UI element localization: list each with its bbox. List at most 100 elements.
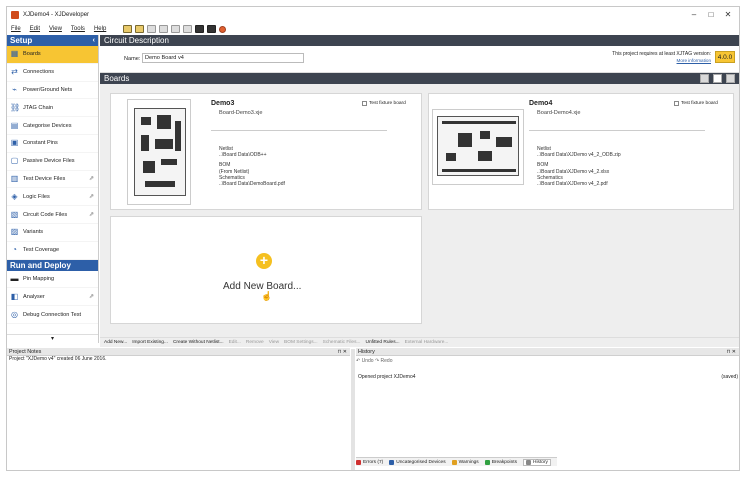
redo-icon[interactable] — [171, 25, 181, 33]
toolbar — [123, 25, 229, 33]
board-card-demo3[interactable]: Demo3 Board-Demo3.xje Test fixture board… — [110, 93, 422, 210]
connections-icon: ⇄ — [11, 67, 18, 77]
scroll-down-icon[interactable]: ▾ — [7, 334, 98, 343]
sidebar-item-circuit-code-files[interactable]: ▧ Circuit Code Files ⇗ — [7, 206, 98, 224]
board-info: Netlist ..\Board Data\ODB++ BOM (From Ne… — [219, 146, 285, 187]
sidebar-item-test-device-files[interactable]: ▥ Test Device Files ⇗ — [7, 171, 98, 189]
panel-splitter[interactable] — [351, 349, 355, 470]
sidebar-item-analyser[interactable]: ◧ Analyser ⇗ — [7, 288, 98, 307]
view-button[interactable]: View — [269, 340, 279, 345]
tab-label: Errors (7) — [363, 459, 384, 465]
unfitted-rules-button[interactable]: Unfitted Rules... — [366, 340, 400, 345]
sidebar-item-label: Boards — [23, 51, 41, 58]
setup-header[interactable]: Setup ‹ — [7, 35, 98, 46]
schematics-value: ..\Board Data\XJDemo v4_2.pdf — [537, 181, 608, 188]
save-icon[interactable] — [147, 25, 157, 33]
grid-view-icon[interactable] — [700, 74, 709, 83]
sidebar-item-passive-device-files[interactable]: ▢ Passive Device Files — [7, 153, 98, 171]
add-plus-icon[interactable]: + — [256, 253, 272, 269]
undo-button[interactable]: Undo — [362, 358, 374, 364]
title-bar: XJDemo4 - XJDeveloper – □ ✕ — [7, 7, 739, 23]
tab-label: History — [533, 459, 548, 465]
chip-icon[interactable] — [207, 25, 217, 33]
sidebar-item-test-coverage[interactable]: ◔ Test Coverage — [7, 242, 98, 260]
tab-breakpoints[interactable]: Breakpoints — [484, 459, 517, 465]
test-fixture-checkbox[interactable]: Test fixture board — [674, 101, 718, 106]
variants-icon: ▨ — [10, 227, 19, 237]
remove-button[interactable]: Remove — [246, 340, 264, 345]
sidebar-item-label: Categorise Devices — [23, 122, 72, 129]
sidebar-item-debug-connection-test[interactable]: ◎ Debug Connection Test — [7, 306, 98, 324]
tab-history[interactable]: History — [523, 458, 551, 466]
menu-help[interactable]: Help — [94, 26, 106, 32]
crosshair-icon[interactable] — [195, 25, 205, 33]
import-existing-button[interactable]: Import Existing... — [132, 340, 168, 345]
add-new-button[interactable]: Add New... — [104, 340, 127, 345]
sidebar-item-label: JTAG Chain — [23, 104, 54, 111]
sidebar-item-label: Constant Pins — [23, 140, 58, 147]
menu-view[interactable]: View — [49, 26, 62, 32]
sidebar-item-variants[interactable]: ▨ Variants — [7, 224, 98, 242]
sidebar-item-constant-pins[interactable]: ▣ Constant Pins — [7, 135, 98, 153]
sidebar-item-jtag-chain[interactable]: ⛓ JTAG Chain — [7, 99, 98, 118]
external-link-icon[interactable]: ⇗ — [89, 211, 94, 218]
open-folder-icon[interactable] — [135, 25, 145, 33]
menu-file[interactable]: File — [11, 26, 21, 32]
code-icon: ▧ — [10, 209, 19, 219]
external-link-icon[interactable]: ⇗ — [89, 193, 94, 200]
sidebar-item-connections[interactable]: ⇄ Connections — [7, 64, 98, 82]
debug-icon: ◎ — [11, 309, 18, 319]
history-entry[interactable]: Opened project XJDemo4 (saved) — [358, 374, 739, 380]
tab-warnings[interactable]: Warnings — [451, 459, 479, 465]
more-information-link[interactable]: More information — [612, 58, 711, 63]
history-title: History — [358, 349, 375, 355]
pin-mapping-icon: ▬ — [10, 273, 19, 283]
menu-edit[interactable]: Edit — [30, 26, 40, 32]
sidebar-item-pin-mapping[interactable]: ▬ Pin Mapping — [7, 271, 98, 289]
undo-icon[interactable] — [159, 25, 169, 33]
project-notes-text[interactable]: Project "XJDemo v4" created 06 June 2016… — [9, 356, 107, 362]
pin-close-icon[interactable]: ⊓ ✕ — [338, 348, 347, 356]
pin-close-icon[interactable]: ⊓ ✕ — [727, 348, 736, 356]
test-file-icon: ▥ — [10, 173, 19, 183]
detail-view-icon[interactable] — [726, 74, 735, 83]
schematic-files-button[interactable]: Schematic Files... — [323, 340, 361, 345]
collapse-chevron-icon[interactable]: ‹ — [93, 35, 95, 46]
circuit-description-title: Circuit Description — [104, 36, 169, 45]
redo-button[interactable]: Redo — [381, 358, 393, 364]
bottom-tabs: Errors (7) Uncategorised Devices Warning… — [356, 457, 557, 466]
external-link-icon[interactable]: ⇗ — [89, 293, 94, 300]
maximize-icon[interactable]: □ — [704, 10, 718, 19]
external-link-icon[interactable]: ⇗ — [89, 175, 94, 182]
board-image — [127, 99, 191, 205]
copy-icon[interactable] — [183, 25, 193, 33]
tab-errors[interactable]: Errors (7) — [356, 459, 384, 465]
tab-uncategorised-devices[interactable]: Uncategorised Devices — [389, 459, 446, 465]
external-hardware-button[interactable]: External Hardware... — [405, 340, 449, 345]
list-view-icon[interactable] — [713, 74, 722, 83]
sidebar-item-logic-files[interactable]: ◈ Logic Files ⇗ — [7, 188, 98, 207]
edit-button[interactable]: Edit... — [229, 340, 241, 345]
sidebar-item-boards[interactable]: ▦ Boards — [7, 46, 98, 64]
run-icon[interactable] — [219, 25, 227, 33]
version-badge[interactable]: 4.0.0 — [715, 51, 735, 63]
run-deploy-header[interactable]: Run and Deploy — [7, 259, 98, 271]
test-fixture-checkbox[interactable]: Test fixture board — [362, 101, 406, 106]
create-without-netlist-button[interactable]: Create Without Netlist... — [173, 340, 224, 345]
add-new-board-card[interactable]: + Add New Board... ☝ — [110, 216, 422, 324]
run-deploy-label: Run and Deploy — [10, 260, 71, 270]
sidebar-item-categorise-devices[interactable]: ▤ Categorise Devices — [7, 117, 98, 135]
close-icon[interactable]: ✕ — [721, 10, 735, 19]
pcb-diagram — [134, 108, 186, 196]
file-icon: ▢ — [10, 156, 19, 166]
board-name: Demo3 — [211, 100, 235, 107]
menu-tools[interactable]: Tools — [71, 26, 85, 32]
bom-settings-button[interactable]: BOM Settings... — [284, 340, 318, 345]
checkbox-icon[interactable] — [362, 101, 367, 106]
sidebar-item-power-ground-nets[interactable]: ⌁ Power/Ground Nets — [7, 82, 98, 100]
new-project-icon[interactable] — [123, 25, 133, 33]
checkbox-icon[interactable] — [674, 101, 679, 106]
name-input[interactable]: Demo Board v4 — [142, 53, 304, 63]
minimize-icon[interactable]: – — [687, 10, 701, 19]
board-card-demo4[interactable]: Demo4 Board-Demo4.xje Test fixture board… — [428, 93, 734, 210]
